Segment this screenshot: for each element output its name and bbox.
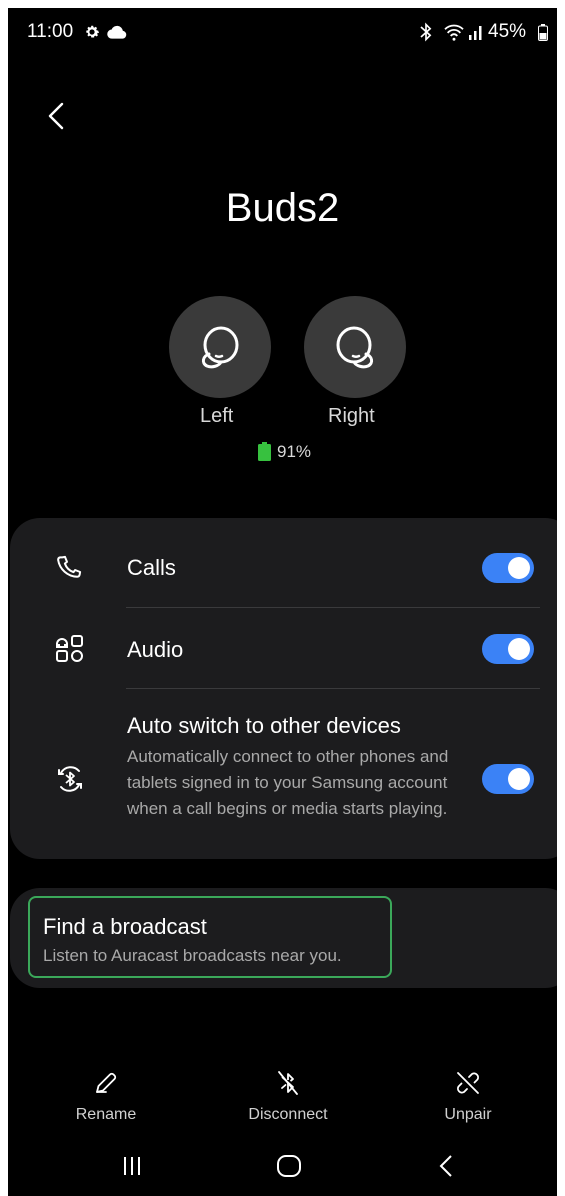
bluetooth-switch-icon xyxy=(54,763,86,800)
pencil-icon xyxy=(96,1072,117,1093)
battery-icon xyxy=(258,442,271,466)
cloud-icon xyxy=(107,25,127,44)
left-bud-label: Left xyxy=(200,405,234,427)
disconnect-label: Disconnect xyxy=(248,1106,328,1123)
audio-label: Audio xyxy=(127,637,184,662)
battery-icon xyxy=(538,24,548,46)
settings-card: Calls Audio Auto switch to other devices… xyxy=(10,518,557,859)
status-battery: 45% xyxy=(488,21,527,42)
gear-icon xyxy=(83,23,101,46)
auto-switch-toggle[interactable] xyxy=(482,764,534,794)
unpair-label: Unpair xyxy=(444,1106,492,1123)
unlink-icon xyxy=(457,1072,479,1094)
rename-button[interactable]: Rename xyxy=(36,1058,176,1128)
calls-toggle[interactable] xyxy=(482,553,534,583)
left-bud[interactable] xyxy=(169,296,271,398)
status-time: 11:00 xyxy=(27,21,74,42)
screen: 11:00 45% Buds2 Left Right 91% Calls Aud… xyxy=(8,8,557,1196)
earbud-right-icon xyxy=(336,326,374,369)
bluetooth-icon xyxy=(418,22,434,47)
back-icon[interactable] xyxy=(436,1154,456,1183)
home-icon[interactable] xyxy=(276,1154,302,1183)
navigation-bar xyxy=(8,1138,557,1196)
broadcast-description: Listen to Auracast broadcasts near you. xyxy=(43,946,342,965)
audio-toggle[interactable] xyxy=(482,634,534,664)
earbud-left-icon xyxy=(201,326,239,369)
rename-label: Rename xyxy=(75,1106,137,1123)
auto-switch-label: Auto switch to other devices xyxy=(127,713,401,738)
right-bud-label: Right xyxy=(328,405,375,427)
status-bar: 11:00 45% xyxy=(8,8,557,56)
auto-switch-description: Automatically connect to other phones an… xyxy=(127,747,449,818)
broadcast-title: Find a broadcast xyxy=(43,914,207,939)
calls-label: Calls xyxy=(127,555,176,580)
device-name: Buds2 xyxy=(225,186,340,230)
audio-apps-icon xyxy=(54,633,86,670)
disconnect-button[interactable]: Disconnect xyxy=(218,1058,358,1128)
unpair-button[interactable]: Unpair xyxy=(398,1058,538,1128)
recent-apps-icon[interactable] xyxy=(120,1154,144,1183)
phone-icon xyxy=(54,553,84,588)
divider xyxy=(126,688,540,689)
bluetooth-off-icon xyxy=(278,1071,298,1095)
back-button[interactable] xyxy=(38,98,74,134)
wifi-icon xyxy=(443,23,465,46)
bottom-action-bar: Rename Disconnect Unpair xyxy=(8,1058,557,1128)
signal-icon xyxy=(468,24,484,45)
divider xyxy=(126,607,540,608)
obscured-section xyxy=(42,1040,162,1048)
right-bud[interactable] xyxy=(304,296,406,398)
battery-percentage: 91% xyxy=(277,442,312,461)
